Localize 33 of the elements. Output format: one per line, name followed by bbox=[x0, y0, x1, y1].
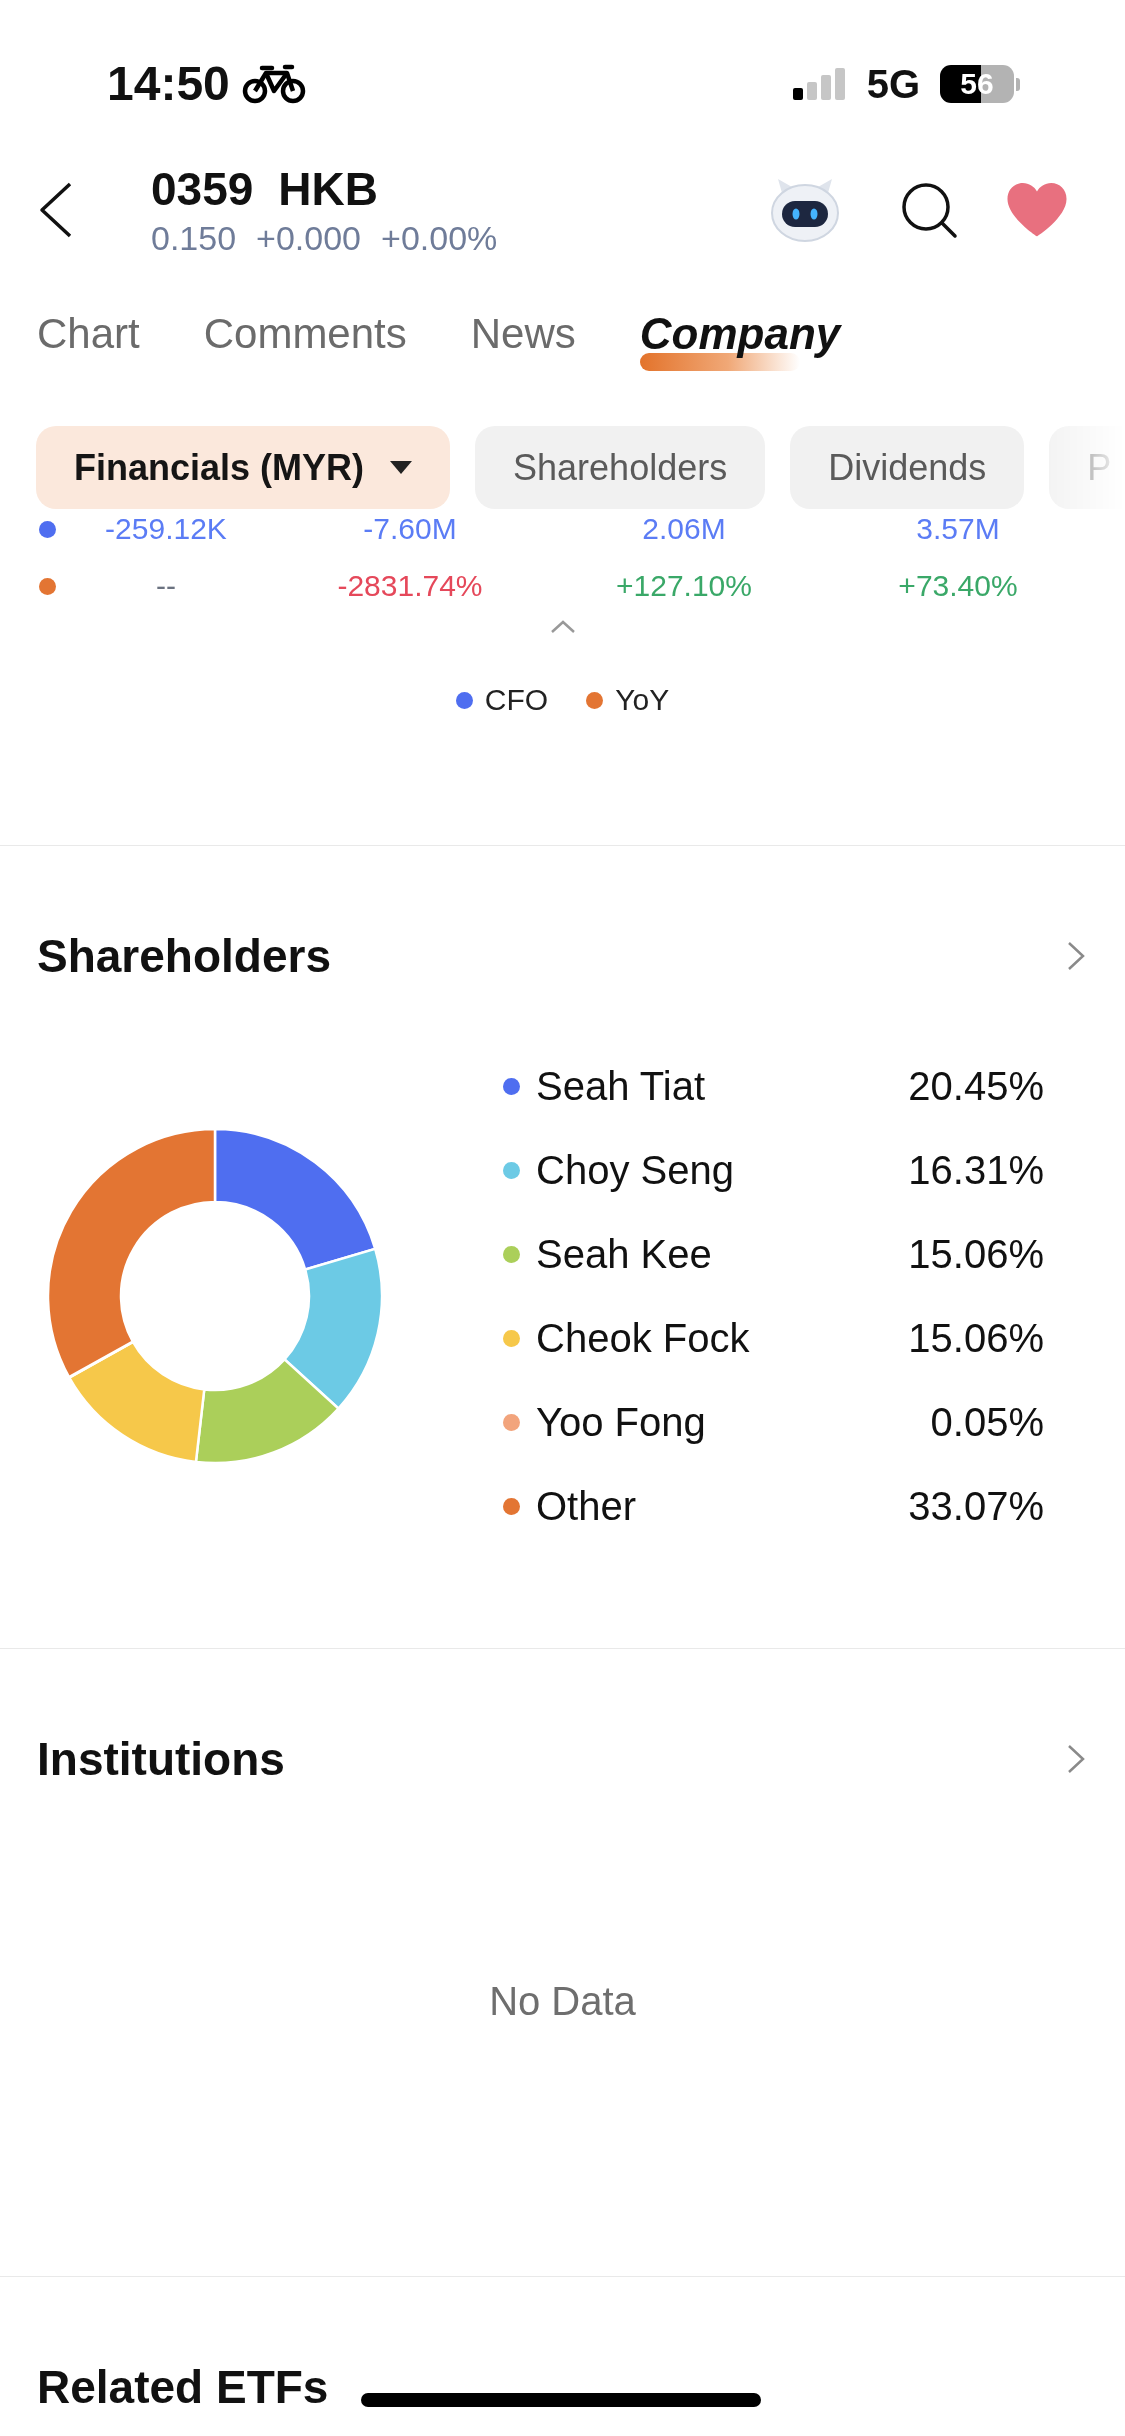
table-cell-text: -- bbox=[156, 568, 176, 604]
table-cell-text: 2.06M bbox=[642, 511, 726, 547]
price-change: +0.000 bbox=[256, 218, 362, 259]
shareholder-name: Seah Kee bbox=[536, 1231, 712, 1278]
shareholder-percentage: 15.06% bbox=[908, 1315, 1044, 1362]
table-cell-text: -7.60M bbox=[363, 511, 457, 547]
table-cell-text: -2831.74% bbox=[337, 568, 483, 604]
network-label: 5G bbox=[866, 62, 920, 106]
shareholder-name: Cheok Fock bbox=[536, 1315, 750, 1362]
percent-change: +0.00% bbox=[381, 218, 498, 259]
shareholder-percentage: 20.45% bbox=[908, 1063, 1044, 1110]
legend-label: CFO bbox=[484, 682, 549, 718]
status-time: 14:50 bbox=[107, 56, 230, 112]
shareholder-percentage: 16.31% bbox=[908, 1147, 1044, 1194]
table-cell-text: -259.12K bbox=[105, 511, 227, 547]
shareholder-name: Seah Tiat bbox=[536, 1063, 705, 1110]
shareholder-percentage: 15.06% bbox=[908, 1231, 1044, 1278]
table-cell-text: +73.40% bbox=[898, 568, 1018, 604]
shareholder-name: Other bbox=[536, 1483, 637, 1530]
shareholder-percentage: 0.05% bbox=[930, 1399, 1044, 1446]
shareholder-name: Choy Seng bbox=[536, 1147, 734, 1194]
section-title: Related ETFs bbox=[37, 2360, 329, 2415]
empty-state-text: No Data bbox=[489, 1978, 636, 2025]
stock-price: 0.150 bbox=[151, 218, 237, 259]
section-title: Institutions bbox=[37, 1732, 285, 1787]
section-title: Shareholders bbox=[37, 929, 331, 984]
stock-name: HKB bbox=[278, 162, 378, 217]
stock-code: 0359 bbox=[151, 162, 254, 217]
table-cell-text: +127.10% bbox=[616, 568, 752, 604]
legend-label: YoY bbox=[615, 682, 670, 718]
shareholder-name: Yoo Fong bbox=[536, 1399, 706, 1446]
table-cell-text: 3.57M bbox=[916, 511, 1000, 547]
shareholder-percentage: 33.07% bbox=[908, 1483, 1044, 1530]
